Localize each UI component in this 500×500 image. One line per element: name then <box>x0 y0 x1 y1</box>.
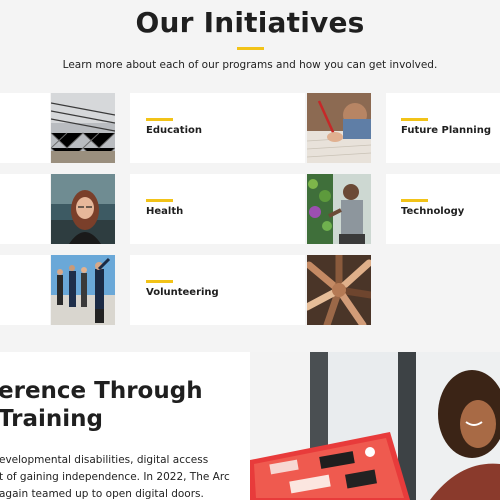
initiative-label-technology: Technology <box>401 206 465 217</box>
initiative-label-future-planning: Future Planning <box>401 125 491 136</box>
initiative-card-education[interactable]: Education <box>130 93 305 163</box>
volunteering-accent <box>146 280 173 283</box>
woman-with-glasses-photo[interactable] <box>51 174 115 244</box>
initiative-card-technology[interactable]: Technology <box>386 174 500 244</box>
initiative-card-volunteering[interactable]: Volunteering <box>130 255 305 325</box>
page-title: Our Initiatives <box>135 6 365 39</box>
future-planning-accent <box>401 118 428 121</box>
feature-heading-line1: erence Through <box>0 378 203 404</box>
page-subtitle: Learn more about each of our programs an… <box>62 59 438 71</box>
education-accent <box>146 118 173 121</box>
woman-with-laptop-photo <box>250 352 500 500</box>
initiative-label-volunteering: Volunteering <box>146 287 219 298</box>
title-underline <box>237 47 264 50</box>
feature-body-line2: t of gaining independence. In 2022, The … <box>0 471 230 483</box>
initiative-label-health: Health <box>146 206 184 217</box>
initiative-card-future-planning[interactable]: Future Planning <box>386 93 500 163</box>
student-writing-photo[interactable] <box>307 93 371 163</box>
health-accent <box>146 199 173 202</box>
initiative-card-left-partial[interactable] <box>0 93 50 163</box>
feature-body-line1: evelopmental disabilities, digital acces… <box>0 454 209 466</box>
feature-heading-line2: Training <box>0 406 104 432</box>
hands-circle-photo[interactable] <box>307 255 371 325</box>
barbed-wire-fence-photo[interactable] <box>51 93 115 163</box>
initiative-card-left-partial[interactable] <box>0 255 50 325</box>
initiative-card-left-partial[interactable] <box>0 174 50 244</box>
man-at-plant-shelf-photo[interactable] <box>307 174 371 244</box>
technology-accent <box>401 199 428 202</box>
feature-section: erence Through Training evelopmental dis… <box>0 352 500 500</box>
initiative-label-education: Education <box>146 125 202 136</box>
group-on-stage-photo[interactable] <box>51 255 115 325</box>
initiative-card-health[interactable]: Health <box>130 174 305 244</box>
feature-body-line3: again teamed up to open digital doors. <box>0 488 204 500</box>
